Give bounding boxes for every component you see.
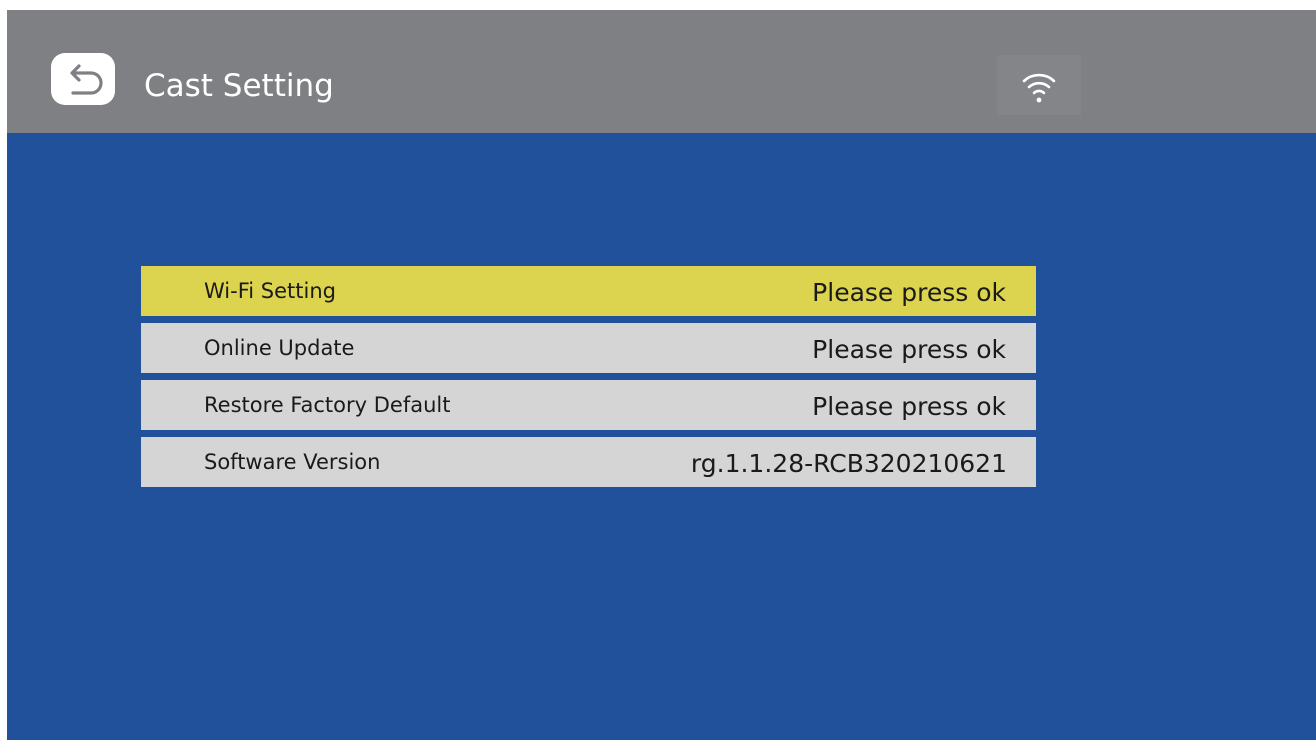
menu-item-online-update[interactable]: Online Update Please press ok: [141, 323, 1036, 373]
back-arrow-icon: [70, 64, 103, 95]
back-button[interactable]: [51, 53, 115, 105]
menu-item-value: Please press ok: [812, 278, 1006, 307]
wifi-icon: [1022, 73, 1056, 103]
menu-item-software-version[interactable]: Software Version rg.1.1.28-RCB320210621: [141, 437, 1036, 487]
menu-item-label: Software Version: [204, 450, 381, 474]
cast-setting-screen: Cast Setting Wi-Fi Setting Please press …: [7, 10, 1316, 740]
menu-item-restore-factory-default[interactable]: Restore Factory Default Please press ok: [141, 380, 1036, 430]
header-bar: Cast Setting: [7, 10, 1316, 133]
page-title: Cast Setting: [144, 68, 334, 104]
settings-menu: Wi-Fi Setting Please press ok Online Upd…: [141, 266, 1036, 494]
wifi-status: [997, 55, 1081, 115]
menu-item-label: Restore Factory Default: [204, 393, 451, 417]
menu-item-label: Wi-Fi Setting: [204, 279, 336, 303]
menu-item-wifi-setting[interactable]: Wi-Fi Setting Please press ok: [141, 266, 1036, 316]
menu-item-value: Please press ok: [812, 335, 1006, 364]
menu-item-label: Online Update: [204, 336, 355, 360]
menu-item-value: Please press ok: [812, 392, 1006, 421]
software-version-value: rg.1.1.28-RCB320210621: [690, 449, 1007, 478]
